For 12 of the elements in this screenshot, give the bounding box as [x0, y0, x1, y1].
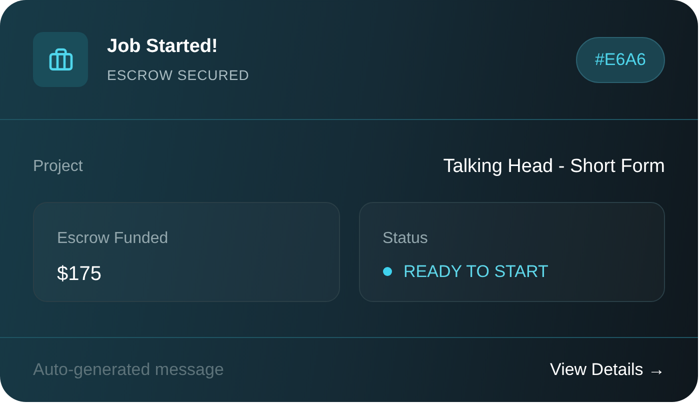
card-subtitle: ESCROW SECURED — [107, 66, 250, 86]
stat-label: Escrow Funded — [57, 228, 170, 248]
view-details-link[interactable]: View Details → — [550, 357, 665, 383]
stat-value: $175 — [57, 262, 102, 286]
stat-label: Status — [382, 228, 429, 248]
status-value: READY TO START — [404, 260, 548, 283]
project-name: Talking Head - Short Form — [443, 155, 665, 179]
job-code-badge: #E6A6 — [576, 36, 665, 82]
footer-note: Auto-generated message — [33, 359, 224, 382]
project-label: Project — [33, 157, 83, 178]
card-title: Job Started! — [107, 34, 219, 59]
briefcase-icon — [33, 32, 88, 87]
